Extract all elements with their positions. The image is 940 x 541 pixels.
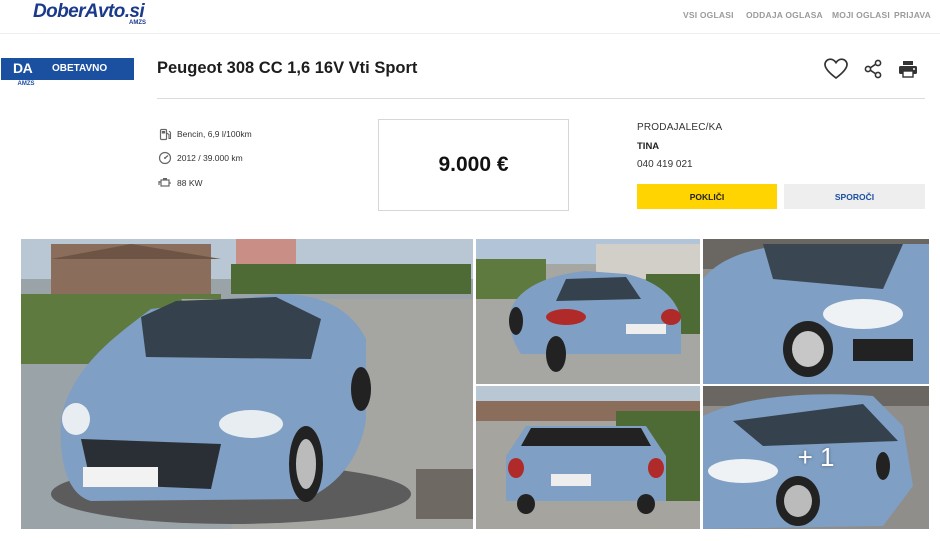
- seller-name: TINA: [637, 141, 660, 152]
- spec-fuel: Bencin, 6,9 l/100km: [158, 127, 252, 141]
- logo-sub: AMZS: [129, 20, 146, 26]
- badge-mark: DA: [13, 60, 33, 76]
- spec-year-mileage: 2012 / 39.000 km: [158, 151, 243, 165]
- nav-login[interactable]: PRIJAVA: [894, 10, 931, 20]
- gallery-photo-4[interactable]: [476, 386, 700, 529]
- site-logo[interactable]: DoberAvto.si AMZS: [33, 1, 146, 27]
- gallery-photo-main[interactable]: [21, 239, 473, 529]
- call-button[interactable]: POKLIČI: [637, 184, 777, 209]
- price-box: 9.000 €: [378, 119, 569, 211]
- print-icon[interactable]: [895, 57, 921, 81]
- nav-all-ads[interactable]: VSI OGLASI: [683, 10, 734, 20]
- divider: [157, 98, 925, 99]
- share-icon[interactable]: [860, 57, 886, 81]
- more-photos-label: + 1: [797, 442, 835, 472]
- nav-post-ad[interactable]: ODDAJA OGLASA: [746, 10, 823, 20]
- gallery-photo-2[interactable]: [476, 239, 700, 384]
- speedometer-icon: [158, 151, 172, 165]
- gallery-photo-5[interactable]: + 1: [703, 386, 929, 529]
- badge-label: OBETAVNO: [52, 63, 108, 74]
- fuel-pump-icon: [158, 127, 172, 141]
- spec-power: 88 KW: [158, 176, 203, 190]
- gallery-photo-3[interactable]: [703, 239, 929, 384]
- badge-sub: AMZS: [13, 80, 39, 88]
- spec-fuel-text: Bencin, 6,9 l/100km: [177, 129, 252, 139]
- spec-year-mileage-text: 2012 / 39.000 km: [177, 153, 243, 163]
- seller-phone[interactable]: 040 419 021: [637, 159, 693, 170]
- listing-title: Peugeot 308 CC 1,6 16V Vti Sport: [157, 59, 418, 77]
- rating-badge: DA OBETAVNO: [1, 58, 134, 80]
- price: 9.000 €: [438, 153, 509, 176]
- engine-icon: [158, 176, 172, 190]
- top-navigation: DoberAvto.si AMZS VSI OGLASI ODDAJA OGLA…: [0, 0, 940, 34]
- heart-icon[interactable]: [823, 57, 849, 81]
- seller-heading: PRODAJALEC/KA: [637, 122, 723, 133]
- spec-power-text: 88 KW: [177, 178, 203, 188]
- logo-wordmark: DoberAvto.si: [33, 1, 145, 22]
- message-button[interactable]: SPOROČI: [784, 184, 925, 209]
- nav-my-ads[interactable]: MOJI OGLASI: [832, 10, 890, 20]
